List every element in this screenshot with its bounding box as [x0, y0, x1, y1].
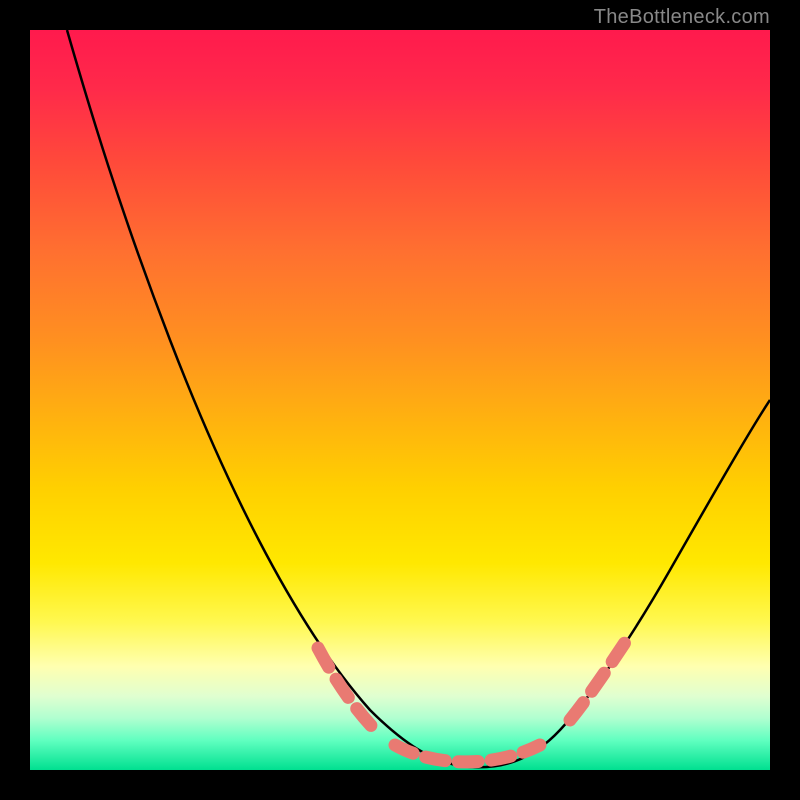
bottleneck-curve-svg — [30, 30, 770, 770]
right-slope-highlight — [570, 638, 628, 720]
highlight-group — [318, 638, 628, 762]
left-slope-highlight — [318, 648, 380, 735]
bottleneck-curve — [67, 30, 770, 767]
chart-container: TheBottleneck.com — [0, 0, 800, 800]
watermark-text: TheBottleneck.com — [594, 6, 770, 29]
plot-area — [30, 30, 770, 770]
